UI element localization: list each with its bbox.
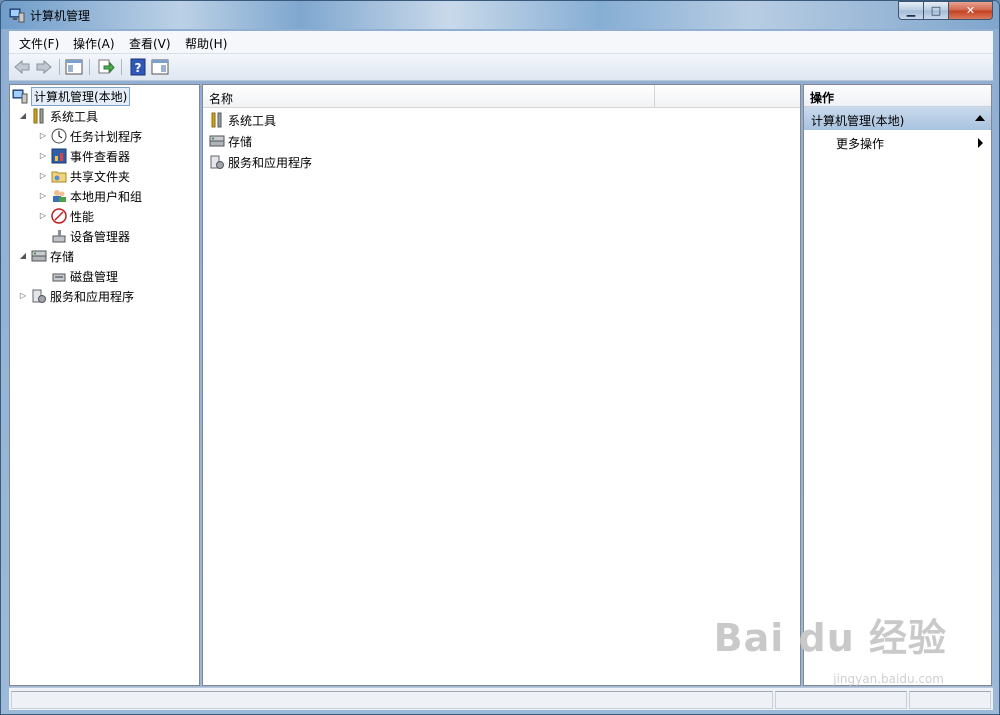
console-tree[interactable]: 计算机管理(本地) ◢ 系统工具 ▷ 任务计划程序 ▷ 事件查看器 ▷ 共享文件… bbox=[9, 84, 200, 686]
menu-bar: 文件(F) 操作(A) 查看(V) 帮助(H) bbox=[9, 31, 993, 54]
help-icon[interactable]: ? bbox=[129, 58, 147, 76]
menu-view[interactable]: 查看(V) bbox=[129, 35, 171, 52]
collapse-arrow-icon[interactable]: ◢ bbox=[18, 111, 28, 121]
storage-icon bbox=[31, 250, 47, 262]
tree-item-system-tools[interactable]: ◢ 系统工具 bbox=[18, 107, 98, 125]
performance-icon bbox=[51, 208, 67, 224]
event-viewer-icon bbox=[51, 148, 67, 164]
window-title: 计算机管理 bbox=[30, 9, 91, 23]
expand-arrow-icon[interactable]: ▷ bbox=[38, 131, 48, 141]
actions-section-label: 计算机管理(本地) bbox=[811, 114, 905, 128]
column-divider[interactable] bbox=[654, 85, 655, 107]
status-bar bbox=[9, 687, 993, 710]
close-icon: ✕ bbox=[965, 4, 976, 17]
tree-item-label: 设备管理器 bbox=[70, 229, 131, 244]
actions-pane: 操作 计算机管理(本地) 更多操作 bbox=[803, 84, 992, 686]
baidu-watermark: Bai du 经验 bbox=[713, 616, 947, 660]
results-pane[interactable]: 名称 系统工具 存储 服务和应用程序 bbox=[202, 84, 801, 686]
tools-icon bbox=[211, 112, 222, 128]
tree-item-task-scheduler[interactable]: ▷ 任务计划程序 bbox=[38, 127, 142, 145]
tree-item-label: 磁盘管理 bbox=[70, 269, 119, 284]
computer-management-icon bbox=[12, 89, 28, 104]
more-actions-item[interactable]: 更多操作 bbox=[836, 135, 884, 152]
users-icon bbox=[53, 190, 66, 202]
tree-item-label: 共享文件夹 bbox=[70, 169, 131, 184]
expand-arrow-icon[interactable]: ▷ bbox=[18, 291, 28, 301]
expand-arrow-icon[interactable]: ▷ bbox=[38, 211, 48, 221]
forward-arrow-icon[interactable] bbox=[35, 58, 53, 76]
tree-item-device-manager[interactable]: 设备管理器 bbox=[48, 227, 130, 245]
export-list-icon[interactable] bbox=[97, 58, 115, 76]
clock-icon bbox=[51, 128, 67, 144]
tree-root-label: 计算机管理(本地) bbox=[31, 86, 131, 106]
tree-item-label: 性能 bbox=[70, 209, 95, 224]
shared-folder-icon bbox=[51, 171, 67, 183]
back-arrow-icon[interactable] bbox=[13, 58, 31, 76]
column-header-name[interactable]: 名称 bbox=[209, 90, 233, 107]
tree-item-services-applications[interactable]: ▷ 服务和应用程序 bbox=[18, 287, 134, 305]
submenu-arrow-icon[interactable] bbox=[978, 138, 983, 148]
list-item[interactable]: 服务和应用程序 bbox=[209, 153, 312, 171]
list-item-label: 系统工具 bbox=[228, 113, 277, 128]
list-item-label: 存储 bbox=[228, 134, 253, 149]
show-hide-action-pane-icon[interactable] bbox=[151, 58, 169, 76]
list-item[interactable]: 系统工具 bbox=[209, 111, 276, 129]
tree-item-label: 服务和应用程序 bbox=[50, 289, 135, 304]
maximize-icon: □ bbox=[930, 4, 942, 17]
close-button[interactable]: ✕ bbox=[949, 1, 993, 20]
collapse-up-icon[interactable] bbox=[975, 115, 985, 121]
tree-item-disk-management[interactable]: 磁盘管理 bbox=[48, 267, 118, 285]
menu-help[interactable]: 帮助(H) bbox=[185, 35, 227, 52]
title-bar[interactable]: 计算机管理 ▁ □ ✕ bbox=[1, 1, 999, 29]
actions-header-label: 操作 bbox=[810, 91, 835, 105]
expand-arrow-icon[interactable]: ▷ bbox=[38, 171, 48, 181]
tree-item-label: 存储 bbox=[50, 249, 75, 264]
expand-arrow-icon[interactable]: ▷ bbox=[38, 151, 48, 161]
list-item[interactable]: 存储 bbox=[209, 132, 252, 150]
disk-icon bbox=[52, 273, 66, 282]
tree-item-label: 本地用户和组 bbox=[70, 189, 143, 204]
toolbar: ? bbox=[9, 54, 993, 81]
menu-action[interactable]: 操作(A) bbox=[73, 35, 115, 52]
baidu-watermark-url: jingyan.baidu.com bbox=[833, 672, 944, 686]
svg-text:?: ? bbox=[135, 61, 142, 75]
column-header: 名称 bbox=[203, 85, 800, 108]
tree-item-label: 系统工具 bbox=[50, 109, 99, 124]
tree-item-performance[interactable]: ▷ 性能 bbox=[38, 207, 94, 225]
tree-root[interactable]: 计算机管理(本地) bbox=[12, 86, 131, 106]
tree-item-shared-folders[interactable]: ▷ 共享文件夹 bbox=[38, 167, 130, 185]
actions-section-computer-management[interactable]: 计算机管理(本地) bbox=[804, 107, 991, 130]
services-icon bbox=[210, 155, 224, 169]
collapse-arrow-icon[interactable]: ◢ bbox=[18, 251, 28, 261]
computer-management-window: 计算机管理 ▁ □ ✕ 文件(F) 操作(A) 查看(V) 帮助(H) ? 计算… bbox=[0, 0, 1000, 715]
status-segment bbox=[11, 691, 773, 709]
tree-item-label: 事件查看器 bbox=[70, 149, 131, 164]
tree-item-label: 任务计划程序 bbox=[70, 129, 143, 144]
maximize-button[interactable]: □ bbox=[924, 1, 949, 20]
actions-header: 操作 bbox=[804, 85, 991, 107]
show-hide-tree-icon[interactable] bbox=[65, 58, 83, 76]
menu-file[interactable]: 文件(F) bbox=[19, 35, 59, 52]
status-segment bbox=[775, 691, 907, 709]
computer-management-icon bbox=[9, 8, 25, 23]
minimize-icon: ▁ bbox=[906, 4, 916, 17]
tree-item-local-users-groups[interactable]: ▷ 本地用户和组 bbox=[38, 187, 142, 205]
storage-icon bbox=[209, 135, 225, 147]
device-manager-icon bbox=[52, 230, 66, 243]
tools-icon bbox=[33, 108, 44, 124]
expand-arrow-icon[interactable]: ▷ bbox=[38, 191, 48, 201]
minimize-button[interactable]: ▁ bbox=[898, 1, 924, 20]
list-item-label: 服务和应用程序 bbox=[228, 155, 313, 170]
services-icon bbox=[32, 289, 46, 303]
tree-item-event-viewer[interactable]: ▷ 事件查看器 bbox=[38, 147, 130, 165]
tree-item-storage[interactable]: ◢ 存储 bbox=[18, 247, 74, 265]
status-segment bbox=[909, 691, 991, 709]
